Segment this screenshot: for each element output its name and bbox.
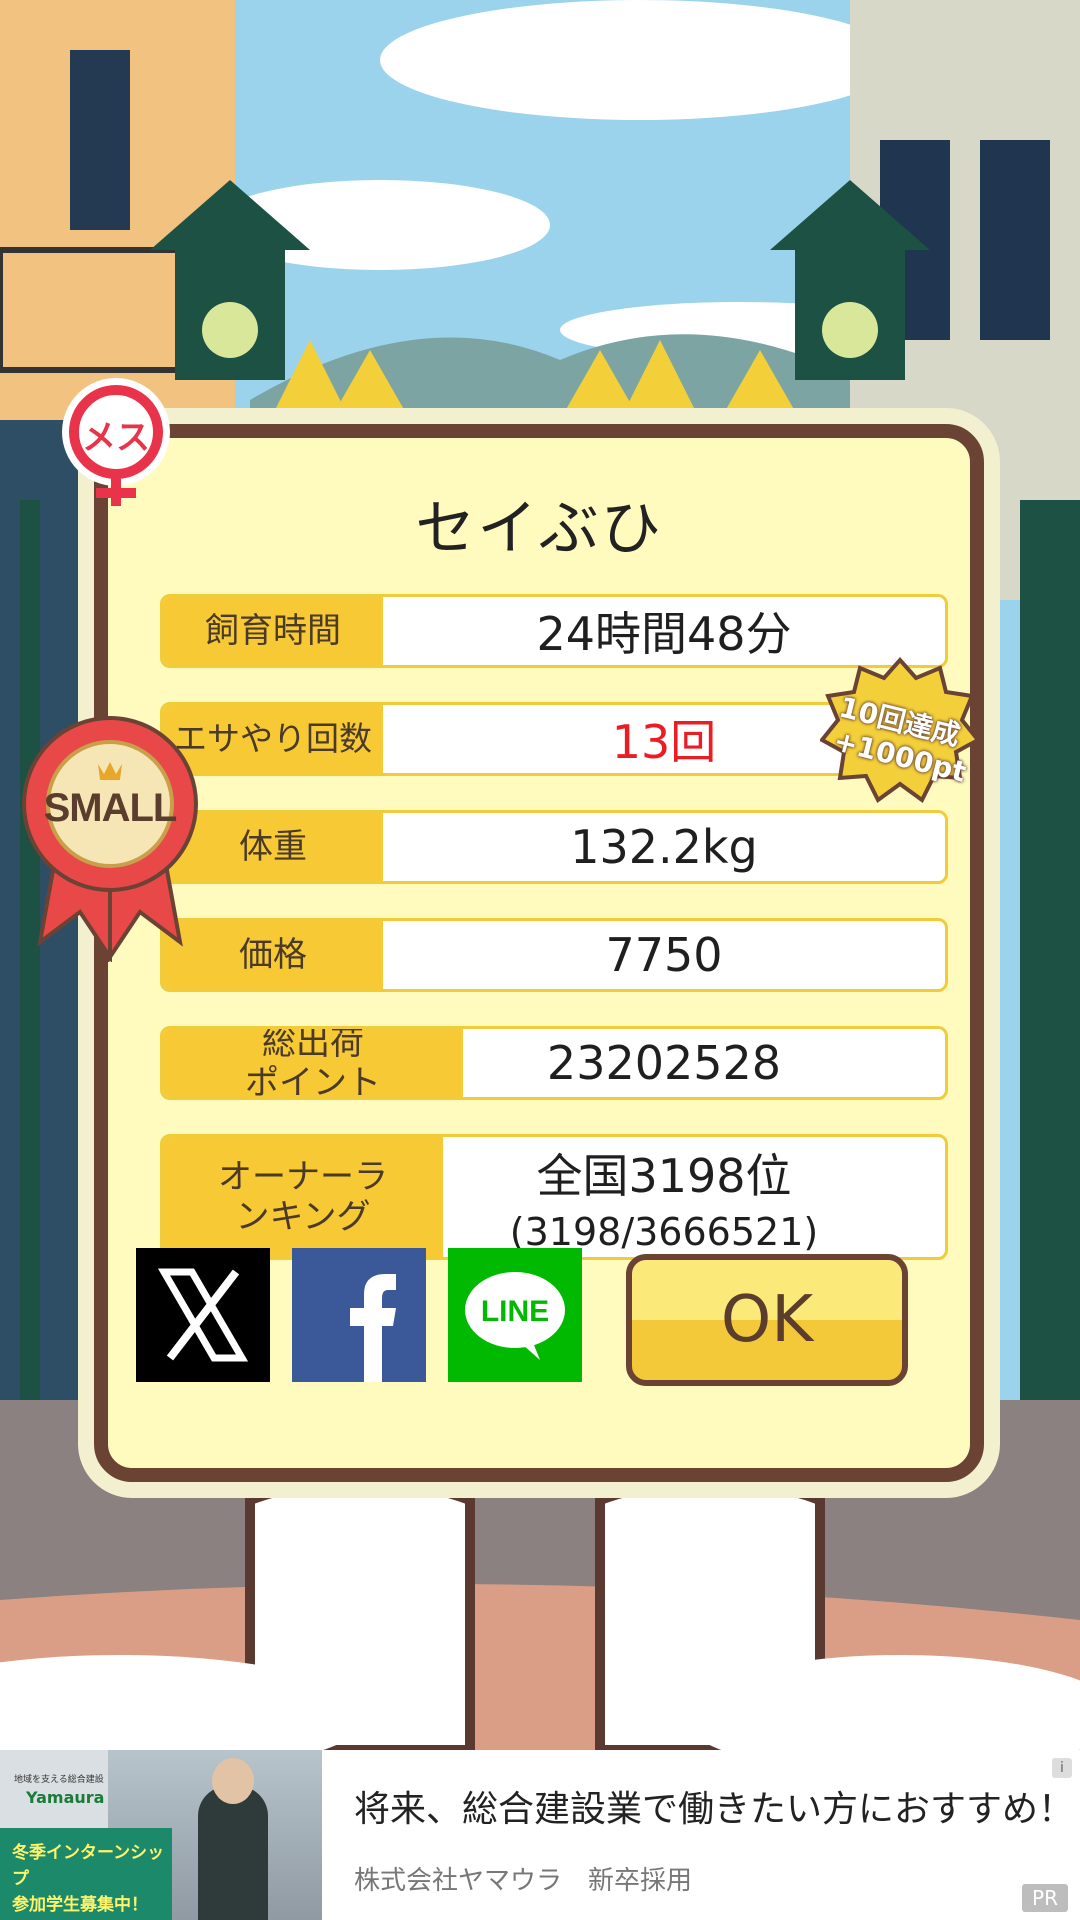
size-ribbon-badge: SMALL — [20, 712, 200, 964]
row-price: 価格 7750 — [160, 918, 948, 992]
ad-advertiser[interactable]: 株式会社ヤマウラ 新卒採用 — [354, 1860, 692, 1897]
ok-button[interactable]: OK — [626, 1254, 908, 1386]
share-line-button[interactable]: LINE — [448, 1248, 582, 1382]
x-logo-icon — [157, 1268, 249, 1362]
row-value: 132.2kg — [570, 820, 758, 874]
pig-status-dialog: セイぶひ 飼育時間 24時間48分 エサやり回数 13回 体重 132.2kg … — [94, 424, 984, 1482]
ranking-value: 全国3198位 — [536, 1149, 792, 1203]
size-ribbon-label: SMALL — [43, 786, 178, 830]
ribbon-icon — [22, 716, 198, 964]
facebook-logo-icon — [350, 1274, 396, 1382]
female-badge: メス — [52, 376, 180, 516]
row-value-group: 全国3198位 (3198/3666521) — [383, 1137, 945, 1257]
row-label: 飼育時間 — [163, 597, 383, 665]
row-value: 7750 — [605, 928, 723, 982]
row-value: 23202528 — [546, 1036, 782, 1090]
line-logo-icon: LINE — [465, 1272, 565, 1360]
row-total-points: 総出荷 ポイント 23202528 — [160, 1026, 948, 1100]
pig-name-title: セイぶひ — [415, 494, 663, 564]
ad-person-figure — [198, 1786, 268, 1920]
row-value: 24時間48分 — [536, 607, 792, 661]
line-logo-text: LINE — [481, 1295, 549, 1328]
ad-info-icon[interactable]: i — [1052, 1758, 1072, 1778]
ad-banner[interactable]: 地域を支える総合建設 Yamaura 冬季インターンシップ 参加学生募集中！ 将… — [0, 1750, 1080, 1920]
ad-banner-line2: 参加学生募集中！ — [12, 1895, 148, 1915]
ad-brand-tagline: 地域を支える総合建設 — [14, 1775, 104, 1785]
ad-image[interactable]: 地域を支える総合建設 Yamaura 冬季インターンシップ 参加学生募集中！ — [0, 1750, 322, 1920]
ad-pr-badge: PR — [1022, 1884, 1068, 1912]
share-facebook-button[interactable] — [292, 1248, 426, 1382]
row-owner-ranking: オーナーラ ンキング 全国3198位 (3198/3666521) — [160, 1134, 948, 1260]
ad-banner-badge: 冬季インターンシップ 参加学生募集中！ — [0, 1828, 172, 1920]
ad-brand-logo: Yamaura — [26, 1788, 105, 1807]
row-weight: 体重 132.2kg — [160, 810, 948, 884]
ad-person-head — [212, 1758, 254, 1804]
ad-banner-line1: 冬季インターンシップ — [12, 1843, 165, 1889]
achievement-badge: 10回達成 +1000pt — [818, 656, 982, 806]
ad-headline[interactable]: 将来、総合建設業で働きたい方におすすめ！ — [354, 1780, 1074, 1832]
share-x-button[interactable] — [136, 1248, 270, 1382]
female-badge-label: メス — [82, 418, 150, 458]
